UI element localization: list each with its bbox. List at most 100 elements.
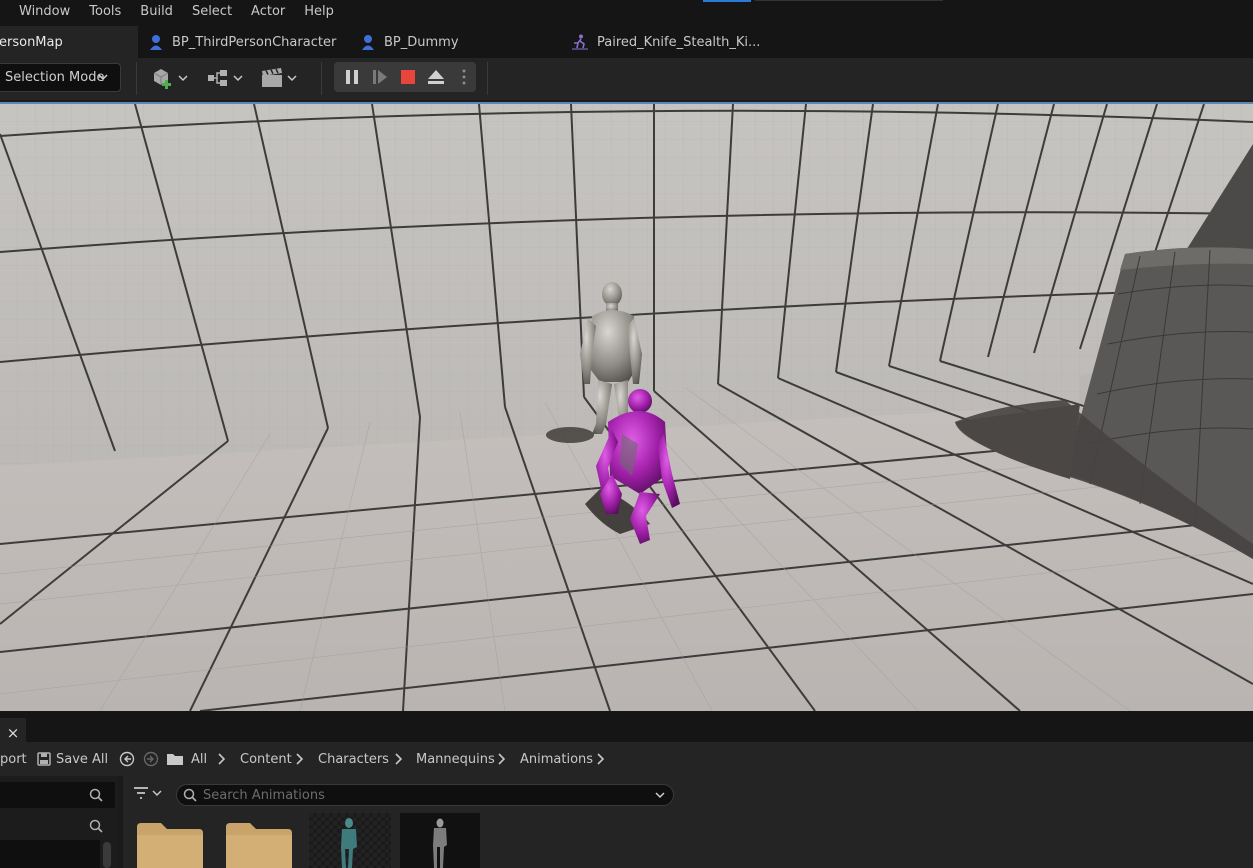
- mannequin-thumbnail-icon: [309, 813, 391, 868]
- import-button[interactable]: port: [0, 742, 27, 776]
- asset-animation-thumbnail[interactable]: [400, 813, 480, 868]
- chevron-down-icon: [178, 75, 188, 82]
- scrollbar[interactable]: [103, 842, 111, 868]
- breadcrumb-animations[interactable]: Animations: [520, 742, 593, 776]
- save-icon: [37, 752, 51, 766]
- folder-icon: [226, 823, 292, 868]
- stop-icon: [401, 70, 415, 84]
- tab-label: ersonMap: [0, 34, 63, 50]
- chevron-down-icon: [98, 74, 108, 81]
- filter-icon: [134, 787, 148, 799]
- search-icon: [183, 788, 197, 802]
- cinematics-button[interactable]: [261, 66, 297, 90]
- mannequin-thumbnail-icon: [400, 813, 480, 868]
- content-browser-panel: × port Save All All Content Characters M…: [0, 711, 1253, 868]
- sources-panel: [0, 776, 118, 868]
- menu-tools[interactable]: Tools: [79, 0, 130, 24]
- save-all-button[interactable]: Save All: [37, 742, 108, 776]
- breadcrumb-label: Characters: [318, 751, 389, 767]
- blueprint-character-icon: [362, 35, 374, 50]
- menu-window[interactable]: Window: [0, 0, 79, 24]
- folder-tree-button[interactable]: [166, 742, 184, 776]
- search-placeholder: Search Animations: [203, 787, 325, 803]
- animation-sequence-icon: [572, 34, 588, 50]
- chevron-right-icon[interactable]: [395, 742, 403, 776]
- step-frame-button[interactable]: [366, 62, 394, 92]
- breadcrumb-mannequins[interactable]: Mannequins: [416, 742, 495, 776]
- collections-search-input[interactable]: [0, 814, 115, 838]
- history-forward-button[interactable]: [143, 742, 159, 776]
- chevron-right-icon[interactable]: [597, 742, 605, 776]
- pause-icon: [346, 70, 358, 84]
- menu-actor[interactable]: Actor: [241, 0, 294, 24]
- stop-button[interactable]: [394, 62, 422, 92]
- chevron-down-icon: [655, 792, 665, 799]
- menu-bar: Window Tools Build Select Actor Help: [0, 0, 1253, 24]
- selection-mode-label: Selection Mode: [5, 70, 105, 85]
- folder-icon: [167, 754, 183, 765]
- chevron-right-icon[interactable]: [296, 742, 304, 776]
- asset-animation-thumbnail[interactable]: [309, 813, 391, 868]
- import-label: port: [0, 751, 27, 767]
- breadcrumb-all[interactable]: All: [191, 742, 207, 776]
- content-browser-toolbar: port Save All All Content Characters Man…: [0, 742, 1253, 776]
- chevron-right-icon[interactable]: [218, 742, 226, 776]
- breadcrumb-label: All: [191, 751, 208, 767]
- title-divider: [755, 0, 943, 1]
- play-options-button[interactable]: [450, 62, 478, 92]
- blueprints-button[interactable]: [207, 66, 243, 90]
- asset-folder[interactable]: [135, 813, 213, 868]
- search-animations-input[interactable]: Search Animations: [176, 784, 674, 806]
- add-actor-icon: [153, 69, 171, 89]
- tab-level[interactable]: ersonMap: [0, 26, 138, 58]
- tab-bp-dummy[interactable]: BP_Dummy: [360, 26, 459, 58]
- level-viewport[interactable]: [0, 104, 1253, 711]
- save-all-label: Save All: [56, 751, 109, 767]
- close-icon: ×: [6, 724, 20, 742]
- eject-icon: [428, 70, 444, 84]
- asset-folder[interactable]: [224, 813, 302, 868]
- search-icon: [89, 819, 103, 833]
- tab-label: BP_Dummy: [384, 34, 459, 50]
- selection-mode-dropdown[interactable]: Selection Mode: [0, 63, 121, 92]
- menu-build[interactable]: Build: [130, 0, 182, 24]
- eject-button[interactable]: [422, 62, 450, 92]
- pause-button[interactable]: [338, 62, 366, 92]
- breadcrumb-characters[interactable]: Characters: [318, 742, 389, 776]
- menu-select[interactable]: Select: [182, 0, 241, 24]
- back-arrow-icon: [119, 751, 135, 767]
- tab-bp-thirdpersoncharacter[interactable]: BP_ThirdPersonCharacter: [148, 26, 336, 58]
- content-browser-body: Search Animations: [0, 776, 1253, 868]
- toolbar-divider: [136, 62, 137, 95]
- menu-help[interactable]: Help: [294, 0, 343, 24]
- tab-paired-knife-animation[interactable]: Paired_Knife_Stealth_Ki...: [571, 26, 760, 58]
- blueprint-icon: [208, 70, 227, 86]
- cinematics-icon: [262, 68, 282, 87]
- breadcrumb-label: Animations: [520, 751, 594, 767]
- play-controls: [334, 62, 476, 92]
- tab-label: BP_ThirdPersonCharacter: [172, 34, 337, 50]
- asset-view: Search Animations: [123, 776, 1253, 868]
- main-toolbar: Selection Mode: [0, 58, 1253, 100]
- breadcrumb-content[interactable]: Content: [240, 742, 292, 776]
- tab-label: Paired_Knife_Stealth_Ki...: [597, 34, 761, 50]
- viewport-scene: [0, 104, 1253, 711]
- active-indicator: [703, 0, 751, 2]
- search-icon: [89, 788, 103, 802]
- step-frame-icon: [373, 70, 387, 84]
- add-actor-button[interactable]: [152, 66, 188, 90]
- chevron-down-icon: [287, 75, 297, 82]
- blueprint-character-icon: [150, 35, 162, 50]
- folder-tree[interactable]: [0, 840, 100, 868]
- chevron-right-icon[interactable]: [498, 742, 506, 776]
- more-options-icon: [462, 69, 466, 85]
- toolbar-divider: [321, 62, 322, 95]
- toolbar-divider: [487, 62, 488, 95]
- filter-button[interactable]: [133, 786, 162, 800]
- history-back-button[interactable]: [119, 742, 135, 776]
- breadcrumb-label: Content: [240, 751, 292, 767]
- forward-arrow-icon: [143, 751, 159, 767]
- chevron-down-icon: [152, 790, 162, 797]
- sources-search-input[interactable]: [0, 782, 115, 808]
- document-tab-bar: ersonMap BP_ThirdPersonCharacter BP_Dumm…: [0, 26, 1253, 58]
